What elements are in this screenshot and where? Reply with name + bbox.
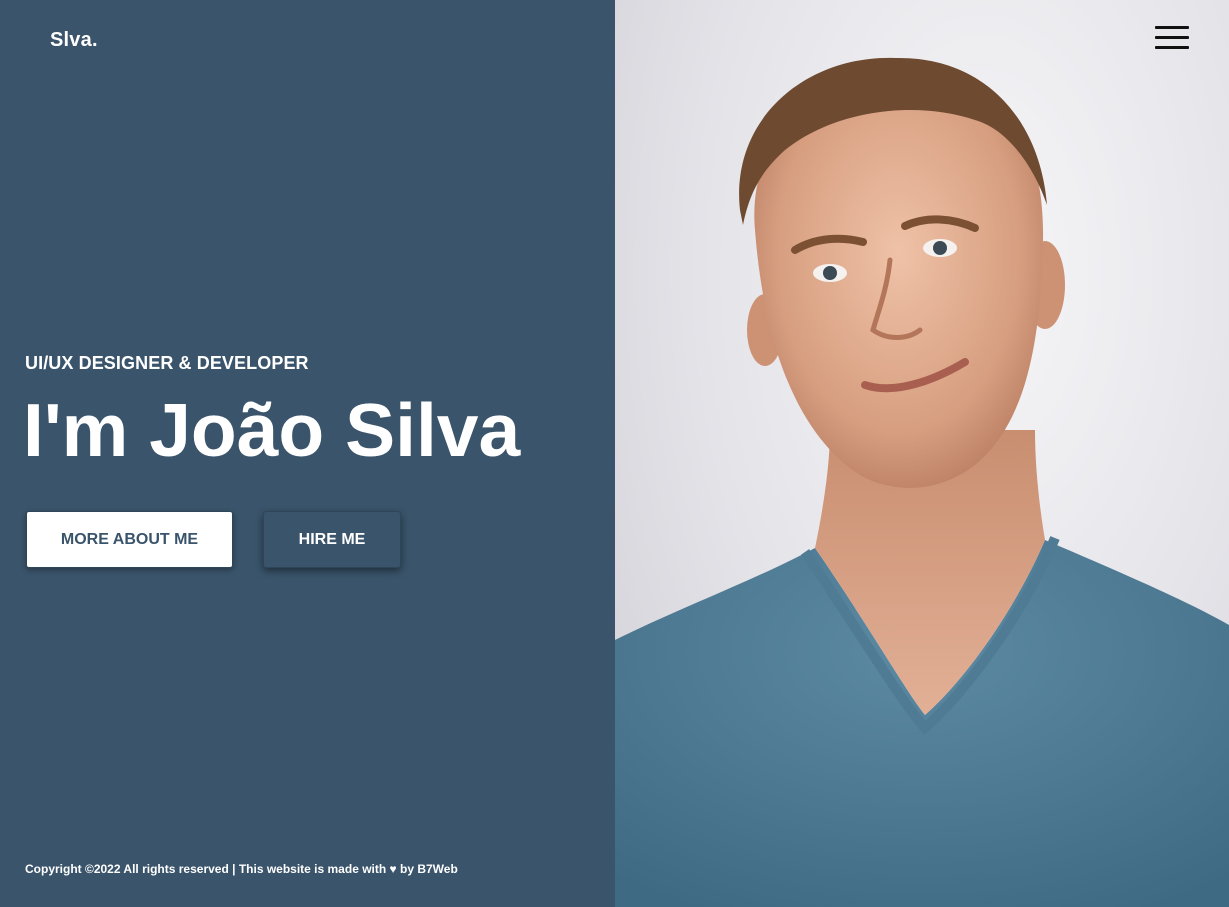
menu-bar — [1155, 26, 1189, 29]
hire-me-button[interactable]: HIRE ME — [263, 511, 401, 568]
hero-headline: I'm João Silva — [23, 388, 521, 472]
hero-image-panel — [615, 0, 1229, 907]
hero-subtitle: UI/UX DESIGNER & DEVELOPER — [25, 353, 309, 373]
hamburger-menu-icon[interactable] — [1155, 24, 1189, 52]
more-about-me-button[interactable]: MORE ABOUT ME — [26, 511, 233, 568]
footer-copyright: Copyright ©2022 All rights reserved | Th… — [25, 862, 458, 876]
portrait-image — [615, 57, 1229, 907]
menu-bar — [1155, 46, 1189, 49]
menu-bar — [1155, 36, 1189, 39]
left-panel: Slva. UI/UX DESIGNER & DEVELOPER I'm Joã… — [0, 0, 615, 907]
site-logo[interactable]: Slva. — [50, 29, 98, 52]
